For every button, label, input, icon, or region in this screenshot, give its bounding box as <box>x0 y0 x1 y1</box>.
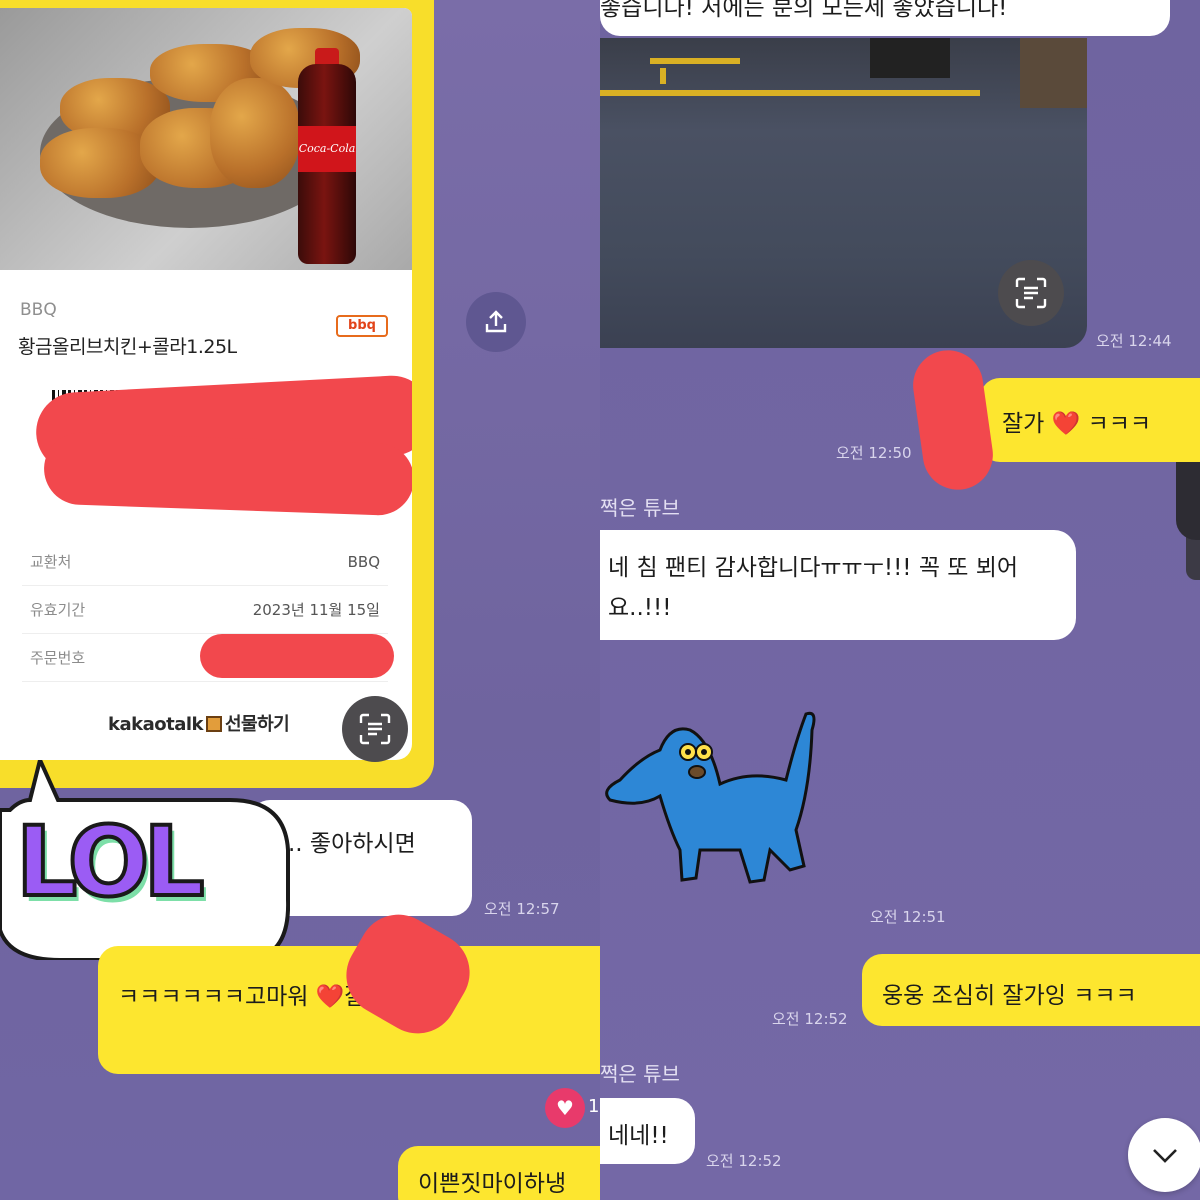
left-chat-screenshot: Coca-Cola BBQ 황금올리브치킨+콜라1.25L bbq 교환처 BB… <box>0 0 600 1200</box>
gift-box-icon <box>206 716 222 732</box>
redaction-mark <box>200 634 394 678</box>
info-row-exchange: 교환처 BBQ <box>22 538 388 586</box>
message-time: 오전 12:57 <box>484 900 560 918</box>
road-marking <box>650 58 740 64</box>
share-icon <box>485 310 507 333</box>
blue-dog-sticker <box>605 711 816 884</box>
road-marking <box>660 68 666 84</box>
heart-icon: ♥ <box>556 1096 574 1120</box>
like-count: 1 <box>588 1096 600 1117</box>
redaction-mark <box>42 431 412 517</box>
message-bubble-yellow[interactable]: 이쁜짓마이하냉 <box>398 1146 600 1200</box>
product-photo: Coca-Cola <box>0 8 412 270</box>
message-bubble-white[interactable]: 네 침 팬티 감사합니다ㅠㅠㅜ!!! 꼭 또 뵈어요..!!! <box>600 530 1076 640</box>
message-time: 오전 12:51 <box>870 908 946 926</box>
right-chat-screenshot: 좋습니다! 저에는 분의 모든세 좋았습니다! 오전 12:44 잘가 ❤️ ㅋ… <box>600 0 1200 1200</box>
message-time: 오전 12:52 <box>772 1010 848 1028</box>
sender-name: 쩍은 튜브 <box>600 1062 680 1086</box>
sender-name: 쩍은 튜브 <box>600 496 680 520</box>
redaction-mark <box>908 345 998 495</box>
ocr-scan-button[interactable] <box>998 260 1064 326</box>
gift-card[interactable]: Coca-Cola BBQ 황금올리브치킨+콜라1.25L bbq 교환처 BB… <box>0 8 412 760</box>
message-time: 오전 12:44 <box>1096 332 1172 350</box>
message-time: 오전 12:50 <box>836 444 912 462</box>
scroll-to-bottom-button[interactable] <box>1128 1118 1200 1192</box>
product-name: 황금올리브치킨+콜라1.25L <box>18 336 237 358</box>
lol-sticker-text: LOL <box>14 804 207 920</box>
ocr-scan-button[interactable] <box>342 696 408 762</box>
share-button[interactable] <box>466 292 526 352</box>
photo-detail <box>1020 38 1087 108</box>
info-row-expiry: 유효기간 2023년 11월 15일 <box>22 586 388 634</box>
chevron-down-icon <box>1153 1149 1177 1163</box>
message-time: 오전 12:52 <box>706 1152 782 1170</box>
bbq-logo: bbq <box>336 315 388 337</box>
cola-label: Coca-Cola <box>298 126 356 172</box>
like-reaction-badge[interactable]: ♥ <box>545 1088 585 1128</box>
message-bubble-yellow[interactable]: 웅웅 조심히 잘가잉 ㅋㅋㅋ <box>862 954 1200 1026</box>
chicken-piece <box>210 78 300 188</box>
brand-name: BBQ <box>20 300 57 320</box>
ocr-scan-icon <box>359 713 391 745</box>
message-bubble-yellow[interactable]: 잘가 ❤️ ㅋㅋㅋ <box>980 378 1200 462</box>
kakaotalk-gift-footer[interactable]: kakaotalk 선물하기 <box>108 710 290 736</box>
message-bubble-white[interactable]: 좋습니다! 저에는 분의 모든세 좋았습니다! <box>600 0 1170 36</box>
street-photo[interactable] <box>600 38 1087 348</box>
photo-detail <box>870 38 950 78</box>
road-marking <box>600 90 980 96</box>
message-bubble-white[interactable]: 네네!! <box>600 1098 695 1164</box>
ocr-scan-icon <box>1015 277 1047 309</box>
